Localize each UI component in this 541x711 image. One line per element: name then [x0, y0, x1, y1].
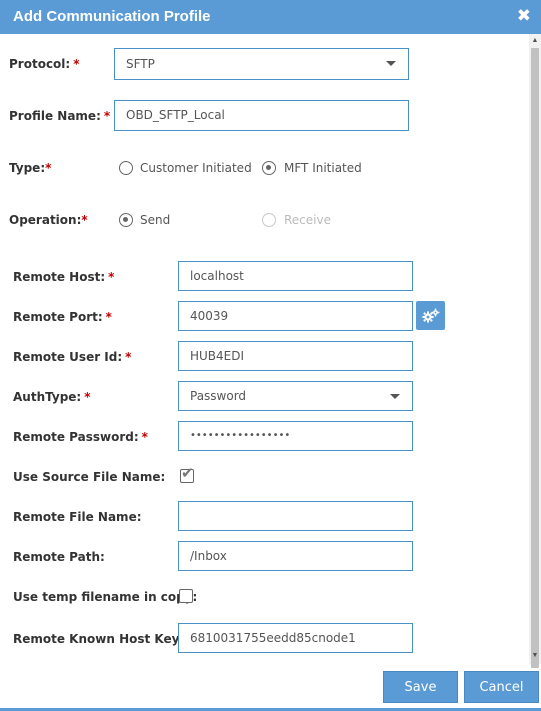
- remote-file-name-label: Remote File Name:: [13, 510, 142, 524]
- profile-name-label: Profile Name: *: [9, 109, 110, 123]
- protocol-value: SFTP: [126, 57, 155, 71]
- type-customer-initiated-radio[interactable]: [119, 161, 133, 175]
- use-temp-filename-checkbox[interactable]: [179, 589, 193, 603]
- dialog-title: Add Communication Profile: [13, 8, 211, 25]
- remote-path-input[interactable]: /Inbox: [178, 541, 413, 571]
- remote-port-value: 40039: [190, 309, 229, 323]
- operation-receive-label: Receive: [284, 213, 331, 227]
- required-marker: *: [141, 430, 148, 444]
- required-marker: *: [125, 350, 132, 364]
- remote-port-input[interactable]: 40039: [178, 301, 413, 331]
- required-marker: *: [81, 213, 88, 227]
- operation-send-radio[interactable]: [119, 213, 133, 227]
- chevron-down-icon: [390, 394, 400, 399]
- use-temp-filename-label: Use temp filename in copy:: [13, 590, 197, 604]
- protocol-label: Protocol: *: [9, 57, 80, 71]
- remote-password-label: Remote Password: *: [13, 430, 148, 444]
- remote-port-label-text: Remote Port:: [13, 310, 103, 324]
- remote-password-label-text: Remote Password:: [13, 430, 139, 444]
- remote-user-id-input[interactable]: HUB4EDI: [178, 341, 413, 371]
- protocol-select[interactable]: SFTP: [114, 48, 409, 80]
- remote-known-host-key-input[interactable]: 6810031755eedd85cnode1: [178, 623, 413, 653]
- remote-file-name-input[interactable]: [178, 501, 413, 531]
- remote-known-host-key-value: 6810031755eedd85cnode1: [190, 631, 356, 645]
- operation-label-text: Operation:: [9, 213, 82, 227]
- remote-path-value: /Inbox: [190, 549, 227, 563]
- scrollbar-thumb[interactable]: [531, 48, 539, 668]
- required-marker: *: [105, 310, 112, 324]
- checkmark-icon: ✔: [181, 465, 194, 482]
- remote-password-input[interactable]: •••••••••••••••••: [178, 421, 413, 451]
- remote-host-input[interactable]: localhost: [178, 261, 413, 291]
- save-button-label: Save: [404, 679, 437, 695]
- use-source-file-name-label: Use Source File Name:: [13, 470, 165, 484]
- scroll-down-icon[interactable]: ▼: [529, 651, 541, 661]
- operation-receive-radio: [262, 213, 276, 227]
- remote-port-label: Remote Port: *: [13, 310, 112, 324]
- dialog-titlebar: Add Communication Profile ✖: [0, 0, 541, 34]
- remote-password-value: •••••••••••••••••: [190, 430, 291, 441]
- profile-name-value: OBD_SFTP_Local: [126, 108, 225, 122]
- scrollbar[interactable]: ▲ ▼: [529, 34, 541, 668]
- remote-host-value: localhost: [190, 269, 244, 283]
- port-settings-button[interactable]: [416, 301, 445, 330]
- type-label: Type:*: [9, 161, 51, 175]
- required-marker: *: [84, 390, 91, 404]
- auth-type-select[interactable]: Password: [178, 381, 413, 411]
- scroll-up-icon[interactable]: ▲: [529, 36, 541, 46]
- required-marker: *: [103, 109, 111, 123]
- type-customer-initiated-label: Customer Initiated: [140, 161, 252, 175]
- remote-path-label: Remote Path:: [13, 550, 105, 564]
- profile-name-label-text: Profile Name:: [9, 109, 101, 123]
- remote-user-id-label-text: Remote User Id:: [13, 350, 123, 364]
- use-source-file-name-label-text: Use Source File Name:: [13, 470, 166, 484]
- required-marker: *: [73, 57, 80, 71]
- remote-host-label-text: Remote Host:: [13, 270, 106, 284]
- protocol-label-text: Protocol:: [9, 57, 71, 71]
- close-icon[interactable]: ✖: [517, 7, 531, 25]
- type-label-text: Type:: [9, 161, 46, 175]
- remote-user-id-label: Remote User Id: *: [13, 350, 131, 364]
- cancel-button-label: Cancel: [479, 679, 524, 695]
- auth-type-label: AuthType: *: [13, 390, 91, 404]
- auth-type-label-text: AuthType:: [13, 390, 82, 404]
- remote-file-name-label-text: Remote File Name:: [13, 510, 142, 524]
- remote-path-label-text: Remote Path:: [13, 550, 105, 564]
- remote-host-label: Remote Host: *: [13, 270, 114, 284]
- use-temp-filename-label-text: Use temp filename in copy:: [13, 590, 198, 604]
- type-mft-initiated-label: MFT Initiated: [284, 161, 362, 175]
- gears-icon: [421, 308, 439, 323]
- save-button[interactable]: Save: [383, 671, 458, 703]
- cancel-button[interactable]: Cancel: [464, 671, 539, 703]
- operation-send-label: Send: [140, 213, 171, 227]
- required-marker: *: [108, 270, 115, 284]
- profile-name-input[interactable]: OBD_SFTP_Local: [114, 100, 409, 131]
- chevron-down-icon: [386, 61, 396, 66]
- remote-user-id-value: HUB4EDI: [190, 349, 245, 363]
- operation-label: Operation:*: [9, 213, 88, 227]
- type-mft-initiated-radio[interactable]: [262, 161, 276, 175]
- remote-known-host-key-label-text: Remote Known Host Key:: [13, 632, 185, 646]
- auth-type-value: Password: [190, 389, 247, 403]
- remote-known-host-key-label: Remote Known Host Key:*: [13, 632, 194, 646]
- required-marker: *: [45, 161, 52, 175]
